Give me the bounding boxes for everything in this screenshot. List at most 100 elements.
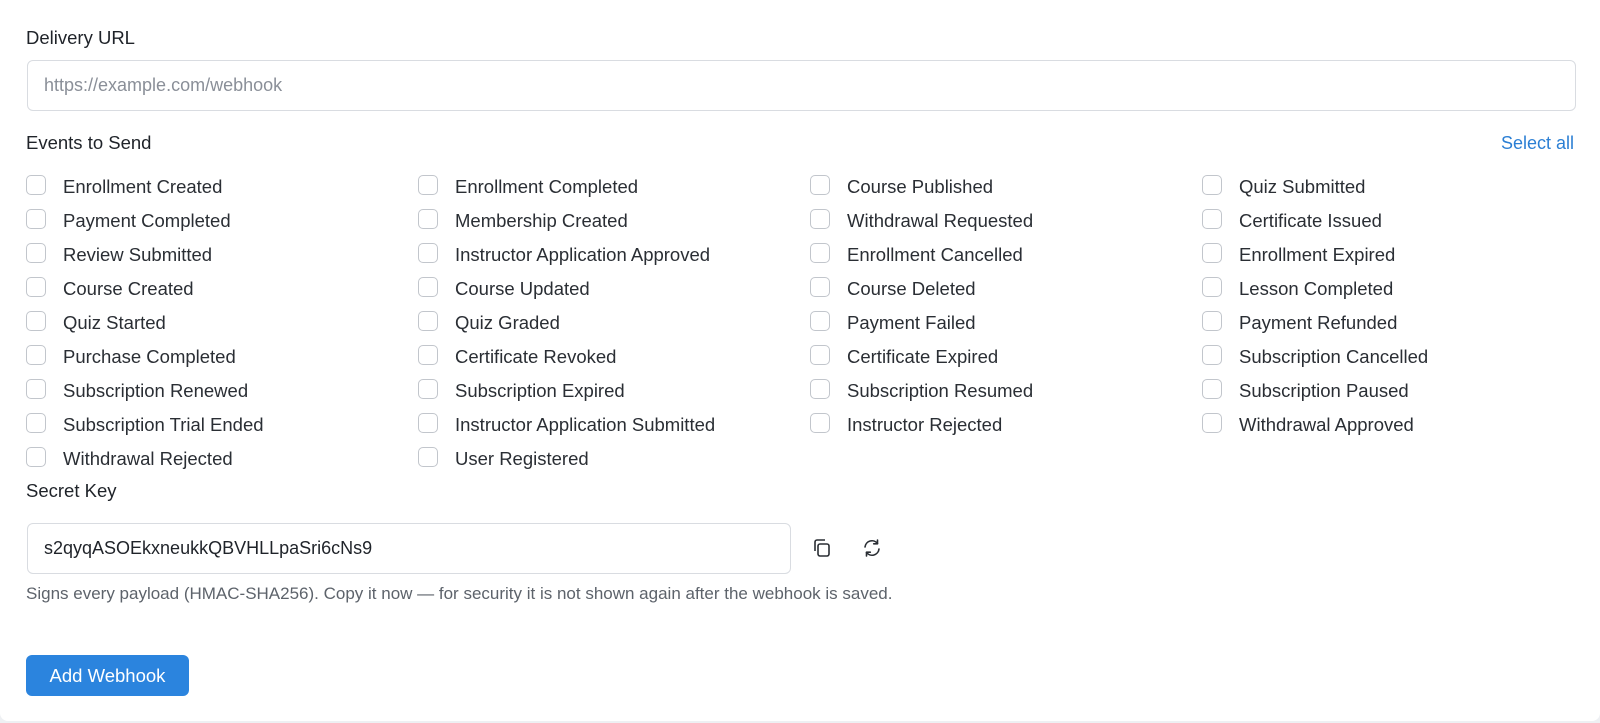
event-checkbox-item[interactable]: Subscription Cancelled [1202,340,1574,374]
checkbox[interactable] [1202,345,1222,365]
event-checkbox-item[interactable]: Certificate Expired [810,340,1202,374]
event-label: Membership Created [455,210,628,231]
event-checkbox-item[interactable]: Certificate Issued [1202,204,1574,238]
refresh-icon[interactable] [857,533,887,563]
event-checkbox-item[interactable]: Instructor Application Approved [418,238,810,272]
event-checkbox-item[interactable]: Instructor Application Submitted [418,408,810,442]
event-label: Certificate Issued [1239,210,1382,231]
event-checkbox-item[interactable]: Lesson Completed [1202,272,1574,306]
checkbox[interactable] [26,345,46,365]
checkbox[interactable] [418,379,438,399]
event-checkbox-item[interactable]: Payment Completed [26,204,418,238]
select-all-link[interactable]: Select all [1501,133,1574,154]
checkbox[interactable] [418,175,438,195]
webhook-form-card: Delivery URL Events to Send Select all E… [0,0,1600,721]
event-checkbox-item[interactable]: Enrollment Cancelled [810,238,1202,272]
event-checkbox-item[interactable]: Enrollment Completed [418,170,810,204]
event-label: Instructor Application Approved [455,244,711,265]
event-checkbox-item[interactable]: Enrollment Expired [1202,238,1574,272]
event-checkbox-item[interactable]: Withdrawal Approved [1202,408,1574,442]
event-label: Course Published [847,176,994,197]
events-label: Events to Send [26,132,152,153]
event-checkbox-item[interactable]: Payment Failed [810,306,1202,340]
event-checkbox-item[interactable]: Membership Created [418,204,810,238]
event-label: Review Submitted [63,244,213,265]
secret-key-input[interactable] [27,523,791,574]
event-label: Enrollment Cancelled [847,244,1023,265]
event-checkbox-item[interactable]: Withdrawal Requested [810,204,1202,238]
event-label: Subscription Paused [1239,380,1409,401]
checkbox[interactable] [810,345,830,365]
event-checkbox-item[interactable]: Subscription Paused [1202,374,1574,408]
event-checkbox-item[interactable]: Certificate Revoked [418,340,810,374]
checkbox[interactable] [26,277,46,297]
event-label: Quiz Submitted [1239,176,1366,197]
event-checkbox-item[interactable]: Quiz Graded [418,306,810,340]
checkbox[interactable] [810,243,830,263]
checkbox[interactable] [418,413,438,433]
event-label: Certificate Expired [847,346,999,367]
checkbox[interactable] [1202,209,1222,229]
checkbox[interactable] [1202,311,1222,331]
event-label: Certificate Revoked [455,346,617,367]
event-checkbox-item[interactable]: Quiz Submitted [1202,170,1574,204]
checkbox[interactable] [26,447,46,467]
event-checkbox-item[interactable]: Subscription Renewed [26,374,418,408]
event-label: Course Deleted [847,278,976,299]
checkbox[interactable] [418,447,438,467]
event-label: Subscription Renewed [63,380,249,401]
checkbox[interactable] [1202,277,1222,297]
checkbox[interactable] [1202,379,1222,399]
checkbox[interactable] [810,175,830,195]
checkbox[interactable] [26,175,46,195]
copy-icon[interactable] [807,533,837,563]
event-checkbox-item[interactable]: Course Published [810,170,1202,204]
event-label: Payment Failed [847,312,976,333]
event-checkbox-item[interactable]: Instructor Rejected [810,408,1202,442]
events-checkbox-grid: Enrollment Created Enrollment Completed Co… [26,170,1574,476]
event-checkbox-item[interactable]: Subscription Resumed [810,374,1202,408]
checkbox[interactable] [810,277,830,297]
event-checkbox-item[interactable]: Quiz Started [26,306,418,340]
checkbox[interactable] [418,345,438,365]
checkbox[interactable] [1202,243,1222,263]
event-label: Quiz Graded [455,312,560,333]
checkbox[interactable] [418,277,438,297]
secret-key-label: Secret Key [26,480,117,501]
add-webhook-button[interactable]: Add Webhook [26,655,189,696]
checkbox[interactable] [418,243,438,263]
checkbox[interactable] [810,413,830,433]
event-checkbox-item[interactable]: Enrollment Created [26,170,418,204]
event-label: Withdrawal Rejected [63,448,233,469]
event-label: Enrollment Completed [455,176,639,197]
checkbox[interactable] [26,413,46,433]
checkbox[interactable] [26,209,46,229]
event-checkbox-item[interactable]: User Registered [418,442,810,476]
checkbox[interactable] [26,243,46,263]
checkbox[interactable] [810,379,830,399]
checkbox[interactable] [418,209,438,229]
event-checkbox-item[interactable]: Payment Refunded [1202,306,1574,340]
event-label: Course Created [63,278,194,299]
checkbox[interactable] [418,311,438,331]
event-checkbox-item[interactable]: Course Created [26,272,418,306]
event-checkbox-item[interactable]: Course Deleted [810,272,1202,306]
checkbox[interactable] [26,311,46,331]
delivery-url-input[interactable] [27,60,1576,111]
event-checkbox-item[interactable]: Withdrawal Rejected [26,442,418,476]
checkbox[interactable] [810,311,830,331]
event-label: Quiz Started [63,312,166,333]
event-checkbox-item[interactable]: Subscription Expired [418,374,810,408]
delivery-url-label: Delivery URL [26,27,135,48]
event-label: Withdrawal Approved [1239,414,1414,435]
event-checkbox-item[interactable]: Review Submitted [26,238,418,272]
event-checkbox-item[interactable]: Course Updated [418,272,810,306]
checkbox[interactable] [1202,175,1222,195]
secret-key-help-text: Signs every payload (HMAC-SHA256). Copy … [26,584,893,603]
checkbox[interactable] [1202,413,1222,433]
event-checkbox-item[interactable]: Subscription Trial Ended [26,408,418,442]
checkbox[interactable] [810,209,830,229]
event-label: Payment Completed [63,210,231,231]
event-checkbox-item[interactable]: Purchase Completed [26,340,418,374]
checkbox[interactable] [26,379,46,399]
